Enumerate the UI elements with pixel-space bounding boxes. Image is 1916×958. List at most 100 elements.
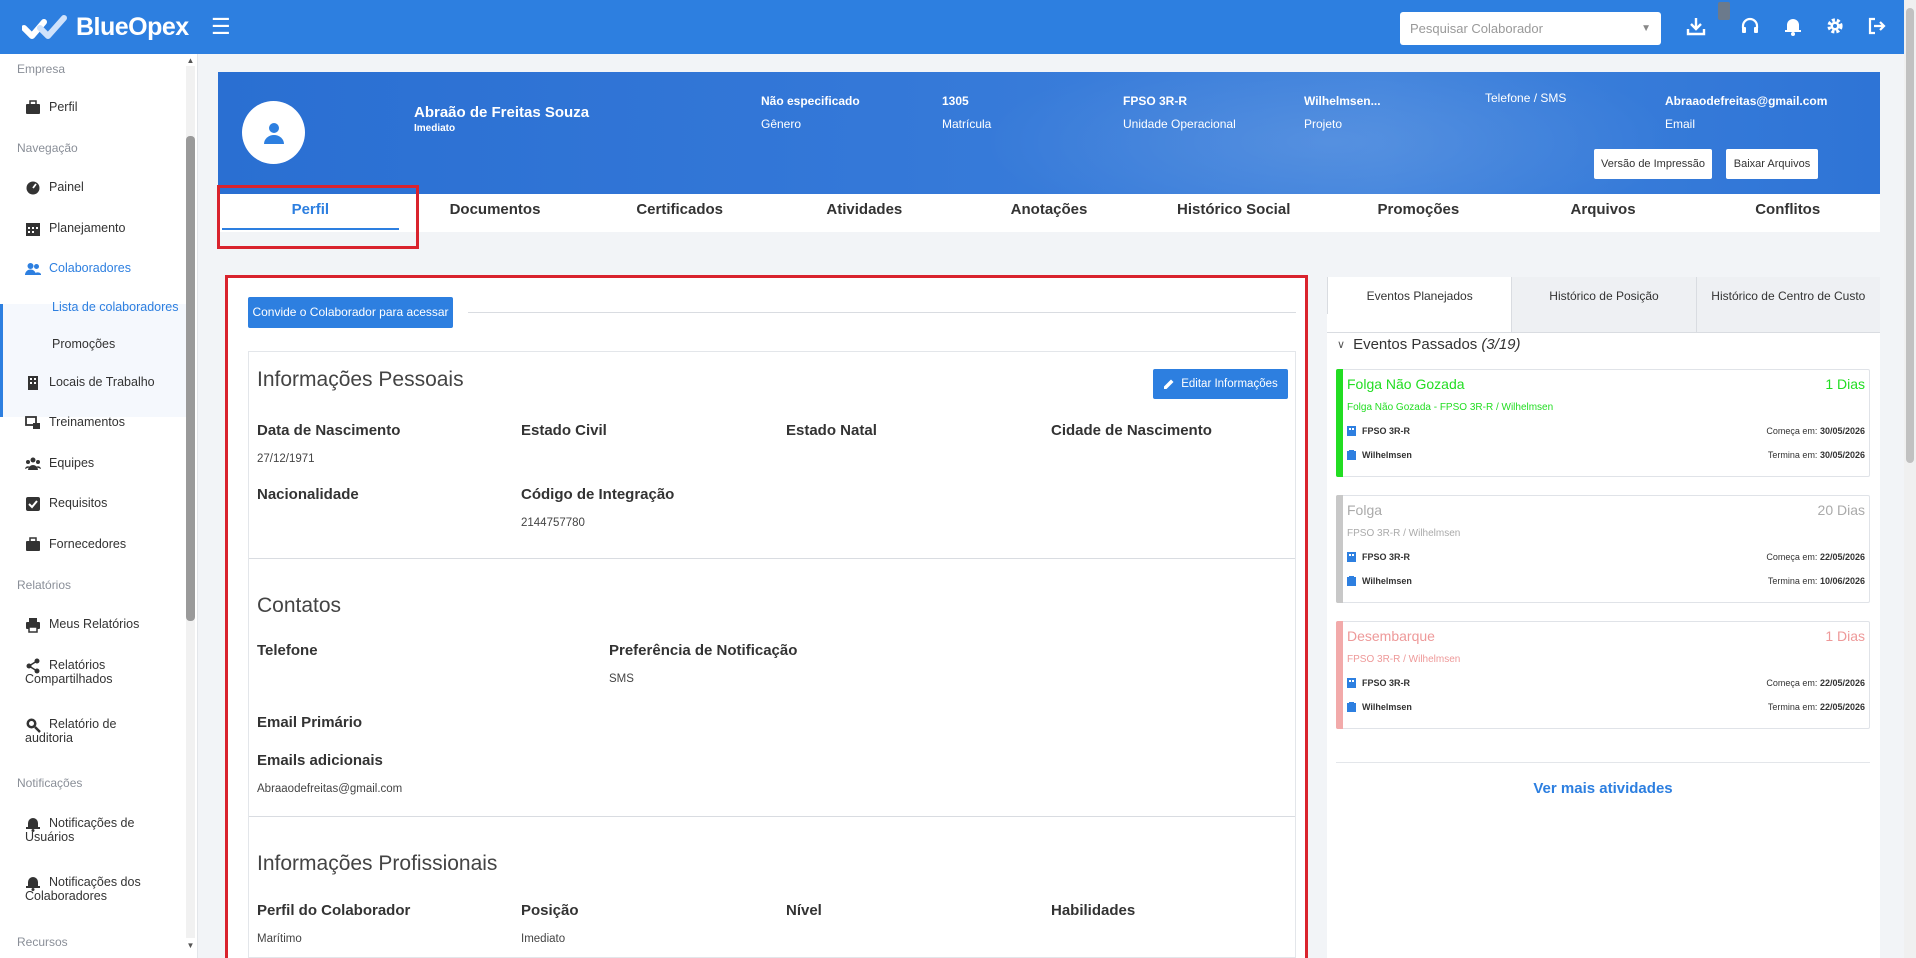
- sidebar-item-planejamento[interactable]: Planejamento: [25, 221, 125, 237]
- tab-atividades[interactable]: Atividades: [772, 194, 957, 232]
- event-unit: FPSO 3R-R: [1362, 552, 1411, 562]
- clipboard-icon: [1347, 450, 1356, 460]
- highlight-box-tab: [217, 185, 419, 249]
- brand-logo[interactable]: BlueOpex: [22, 10, 189, 44]
- past-events-toggle[interactable]: ∨ Eventos Passados (3/19): [1337, 336, 1521, 353]
- sidebar-subitem-promocoes[interactable]: Promoções: [52, 337, 115, 351]
- event-end: Termina em: 30/05/2026: [1768, 450, 1865, 460]
- event-unit: FPSO 3R-R: [1362, 426, 1411, 436]
- field-label: Unidade Operacional: [1123, 117, 1236, 131]
- event-start-date: 22/05/2026: [1819, 678, 1865, 688]
- sidebar-item-painel[interactable]: Painel: [25, 180, 84, 196]
- logout-icon[interactable]: [1867, 16, 1889, 38]
- tab-certificados[interactable]: Certificados: [587, 194, 772, 232]
- tab-promocoes[interactable]: Promoções: [1326, 194, 1511, 232]
- gear-icon[interactable]: [1825, 16, 1847, 38]
- dashboard-icon: [26, 181, 40, 195]
- sidebar-item-treinamentos[interactable]: Treinamentos: [25, 415, 125, 431]
- menu-toggle-icon[interactable]: ☰: [211, 16, 231, 38]
- sidebar-scrollbar[interactable]: ▲ ▼: [186, 56, 195, 952]
- field-label: Gênero: [761, 117, 802, 131]
- sidebar-scroll-thumb[interactable]: [186, 136, 195, 621]
- event-end: Termina em: 22/05/2026: [1768, 702, 1865, 712]
- download-icon[interactable]: [1686, 16, 1708, 38]
- more-activities-link[interactable]: Ver mais atividades: [1336, 780, 1870, 797]
- event-card[interactable]: Desembarque 1 Dias FPSO 3R-R / Wilhelmse…: [1336, 621, 1870, 729]
- event-end-label: Termina em:: [1767, 576, 1818, 586]
- event-project: Wilhelmsen: [1362, 702, 1412, 712]
- briefcase-icon: [26, 100, 40, 114]
- print-version-button[interactable]: Versão de Impressão: [1594, 149, 1712, 179]
- scroll-marker: [1718, 2, 1730, 20]
- sidebar-section-navegacao: Navegação: [17, 141, 78, 155]
- sidebar-item-label: Fornecedores: [49, 537, 127, 551]
- sidebar-item-notificacoes-usuarios[interactable]: Notificações de Usuários: [25, 816, 134, 844]
- sidebar-item-label: Relatórios Compartilhados: [25, 658, 113, 686]
- clipboard-icon: [1347, 576, 1356, 586]
- sidebar-subitem-lista-colaboradores[interactable]: Lista de colaboradores: [52, 300, 178, 314]
- field-value: Wilhelmsen...: [1304, 94, 1381, 108]
- bell-icon[interactable]: [1783, 16, 1805, 38]
- event-title: Desembarque: [1347, 628, 1435, 644]
- event-unit-row: FPSO 3R-R: [1347, 426, 1410, 436]
- event-end-label: Termina em:: [1767, 450, 1818, 460]
- event-subtitle: FPSO 3R-R / Wilhelmsen: [1347, 528, 1461, 539]
- past-events-count: (3/19): [1481, 336, 1521, 353]
- profile-header: Abraão de Freitas Souza Imediato Não esp…: [218, 72, 1880, 194]
- download-files-button[interactable]: Baixar Arquivos: [1726, 149, 1818, 179]
- label-line-1: Notificações de: [49, 816, 135, 830]
- headset-icon[interactable]: [1740, 16, 1762, 38]
- tab-arquivos[interactable]: Arquivos: [1511, 194, 1696, 232]
- sidebar-item-fornecedores[interactable]: Fornecedores: [25, 537, 126, 553]
- event-card[interactable]: Folga 20 Dias FPSO 3R-R / Wilhelmsen FPS…: [1336, 495, 1870, 603]
- sidebar-item-locais[interactable]: Locais de Trabalho: [25, 375, 155, 391]
- profile-field-email: Abraaodefreitas@gmail.com Email: [1665, 94, 1827, 131]
- tab-anotacoes[interactable]: Anotações: [957, 194, 1142, 232]
- sidebar-item-relatorios-compartilhados[interactable]: Relatórios Compartilhados: [25, 658, 113, 686]
- tab-historico-centro-custo[interactable]: Histórico de Centro de Custo: [1695, 277, 1880, 332]
- sidebar-item-requisitos[interactable]: Requisitos: [25, 496, 107, 512]
- event-end-date: 30/05/2026: [1819, 450, 1865, 460]
- field-value: Não especificado: [761, 94, 860, 108]
- sidebar-item-meus-relatorios[interactable]: Meus Relatórios: [25, 617, 139, 633]
- event-project: Wilhelmsen: [1362, 450, 1412, 460]
- sidebar-item-notificacoes-colaboradores[interactable]: Notificações dos Colaboradores: [25, 875, 141, 903]
- tab-conflitos[interactable]: Conflitos: [1695, 194, 1880, 232]
- event-project-row: Wilhelmsen: [1347, 702, 1412, 712]
- event-end-date: 10/06/2026: [1819, 576, 1865, 586]
- search-collaborator-select[interactable]: Pesquisar Colaborador ▼: [1400, 12, 1661, 45]
- window-scrollbar-thumb[interactable]: [1906, 8, 1914, 463]
- chevron-down-icon: ∨: [1337, 339, 1346, 351]
- tab-historico-social[interactable]: Histórico Social: [1141, 194, 1326, 232]
- event-unit-row: FPSO 3R-R: [1347, 552, 1410, 562]
- event-start-date: 30/05/2026: [1819, 426, 1865, 436]
- briefcase-icon: [26, 537, 40, 551]
- field-label: Matrícula: [942, 117, 992, 131]
- label-line-1: Notificações dos: [49, 875, 141, 889]
- building-icon: [28, 376, 38, 390]
- event-card[interactable]: Folga Não Gozada 1 Dias Folga Não Gozada…: [1336, 369, 1870, 477]
- field-label: Projeto: [1304, 117, 1343, 131]
- tab-documentos[interactable]: Documentos: [403, 194, 588, 232]
- event-color-bar: [1336, 369, 1343, 477]
- sidebar-item-perfil[interactable]: Perfil: [25, 100, 77, 116]
- event-start-label: Começa em:: [1766, 552, 1818, 562]
- user-icon: [263, 122, 284, 144]
- sidebar-item-colaboradores[interactable]: Colaboradores: [25, 261, 131, 277]
- profile-tabs: Perfil Documentos Certificados Atividade…: [218, 194, 1880, 232]
- top-navbar: BlueOpex ☰ Pesquisar Colaborador ▼: [0, 0, 1904, 54]
- scroll-down-icon[interactable]: ▼: [186, 941, 195, 950]
- window-scrollbar[interactable]: [1904, 0, 1916, 958]
- label-line-2: Compartilhados: [25, 672, 113, 686]
- brand-name: BlueOpex: [76, 12, 189, 41]
- scroll-up-icon[interactable]: ▲: [186, 56, 195, 65]
- sidebar-section-relatorios: Relatórios: [17, 578, 72, 592]
- sidebar-item-relatorio-auditoria[interactable]: Relatório de auditoria: [25, 717, 116, 745]
- profile-field-genero: Não especificado Gênero: [761, 94, 860, 131]
- event-days: 1 Dias: [1825, 376, 1865, 392]
- sidebar-item-equipes[interactable]: Equipes: [25, 456, 94, 472]
- tab-historico-posicao[interactable]: Histórico de Posição: [1511, 277, 1696, 332]
- calendar-icon: [26, 223, 40, 236]
- sidebar-item-label: Notificações de Usuários: [25, 816, 135, 844]
- tab-eventos-planejados[interactable]: Eventos Planejados: [1327, 277, 1512, 314]
